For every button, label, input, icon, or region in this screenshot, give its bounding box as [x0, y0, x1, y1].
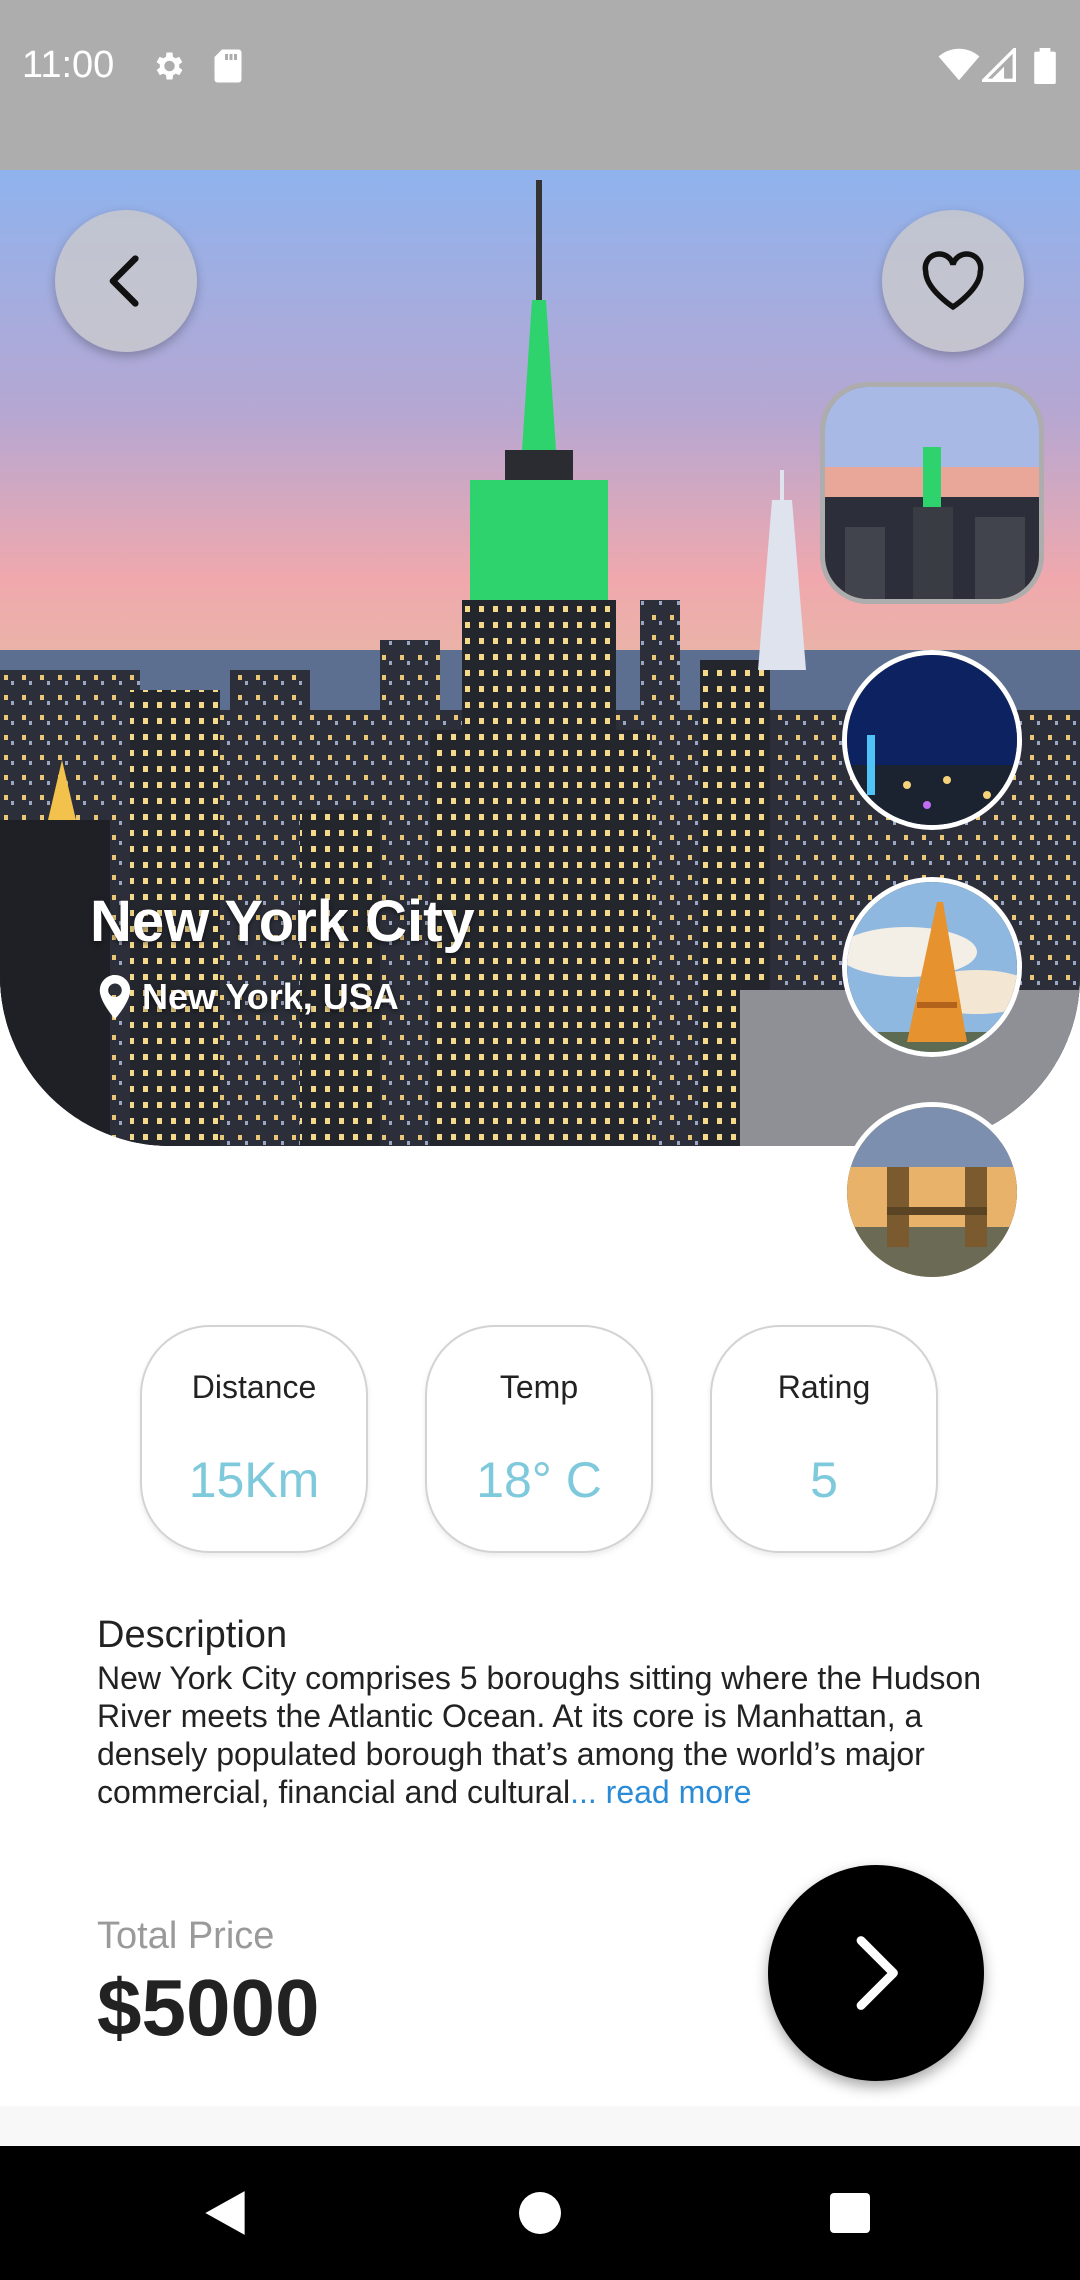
- location-label: New York, USA: [142, 976, 399, 1017]
- stat-card-temp: Temp 18° C: [425, 1325, 653, 1553]
- thumbnail-image: [847, 1107, 1017, 1277]
- sd-card-icon: [214, 49, 242, 83]
- battery-icon: [1034, 48, 1056, 84]
- total-price-label: Total Price: [97, 1915, 275, 1957]
- chevron-right-icon: [856, 1936, 898, 2010]
- heart-outline-icon: [922, 251, 984, 311]
- bottom-strip: [0, 2106, 1080, 2146]
- thumbnail-new-york[interactable]: [820, 382, 1044, 604]
- wifi-icon: [938, 48, 980, 81]
- stat-value: 18° C: [476, 1452, 602, 1508]
- back-triangle-icon: [205, 2191, 245, 2235]
- stat-value: 5: [810, 1452, 838, 1508]
- stat-card-distance: Distance 15Km: [140, 1325, 368, 1553]
- home-circle-icon: [519, 2192, 561, 2234]
- signal-icon: [982, 48, 1016, 82]
- stat-value: 15Km: [188, 1452, 320, 1508]
- nav-recents-button[interactable]: [790, 2146, 910, 2280]
- system-nav-bar: [0, 2146, 1080, 2280]
- location-pin-icon: [99, 975, 131, 1019]
- description-body: New York City comprises 5 boroughs sitti…: [97, 1660, 981, 1810]
- description-heading: Description: [97, 1614, 288, 1656]
- destination-location: New York, USA: [98, 975, 399, 1019]
- back-button[interactable]: [55, 210, 197, 352]
- status-bar: 11:00: [0, 0, 1080, 170]
- nav-back-button[interactable]: [165, 2146, 285, 2280]
- destination-title: New York City: [90, 889, 475, 954]
- status-time: 11:00: [22, 44, 115, 86]
- thumbnail-image: [825, 387, 1039, 599]
- thumbnail-night-skyline[interactable]: [842, 650, 1022, 830]
- favorite-button[interactable]: [882, 210, 1024, 352]
- thumbnail-tower-bridge[interactable]: [842, 1102, 1022, 1282]
- total-price-value: $5000: [97, 1963, 320, 2052]
- description-text: New York City comprises 5 boroughs sitti…: [97, 1659, 997, 1811]
- read-more-link[interactable]: ... read more: [570, 1774, 751, 1810]
- gear-icon: [156, 52, 183, 80]
- next-button[interactable]: [768, 1865, 984, 2081]
- stat-label: Temp: [499, 1369, 579, 1405]
- stat-card-rating: Rating 5: [710, 1325, 938, 1553]
- recents-square-icon: [830, 2193, 870, 2233]
- stat-label: Rating: [777, 1369, 871, 1405]
- nav-home-button[interactable]: [480, 2146, 600, 2280]
- chevron-left-icon: [109, 255, 139, 307]
- thumbnail-eiffel-tower[interactable]: [842, 877, 1022, 1057]
- stat-label: Distance: [191, 1369, 317, 1405]
